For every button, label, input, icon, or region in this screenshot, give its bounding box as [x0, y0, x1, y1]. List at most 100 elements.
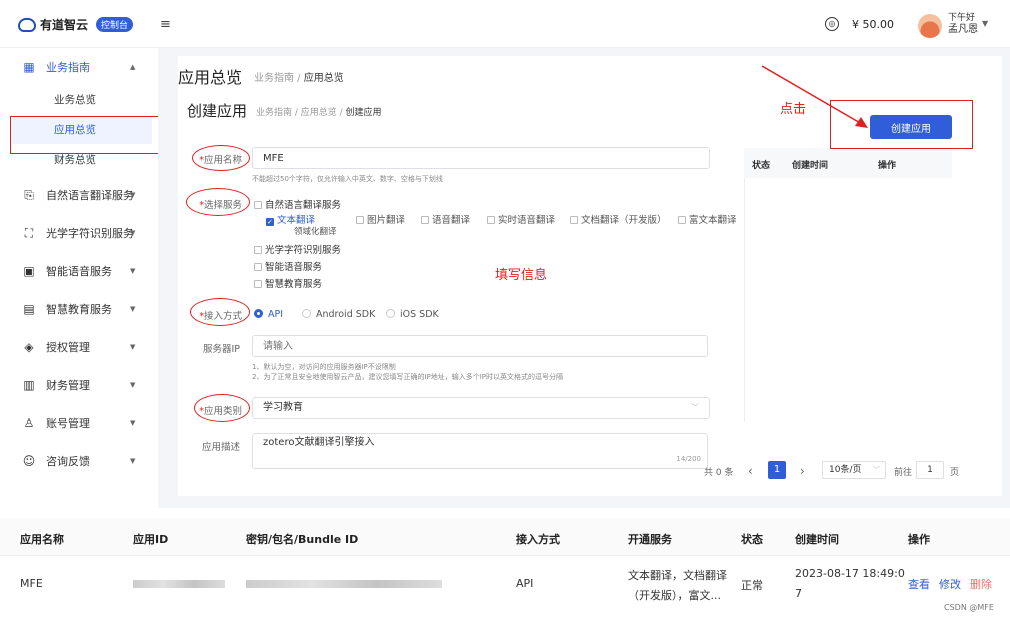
- access-option-api[interactable]: API: [254, 309, 283, 320]
- translate-icon: ⎘: [24, 188, 34, 202]
- checkbox-icon[interactable]: [421, 216, 429, 224]
- app-name-input[interactable]: [252, 147, 710, 169]
- checkbox-icon[interactable]: [254, 201, 262, 209]
- category-select-value: 学习教育: [263, 402, 303, 413]
- service-group-ocr-label: 光学字符识别服务: [265, 245, 342, 256]
- row-status: 正常: [741, 579, 763, 592]
- access-option-ios[interactable]: iOS SDK: [386, 309, 439, 320]
- service-group-education[interactable]: 智慧教育服务: [254, 276, 322, 290]
- service-group-voice[interactable]: 智能语音服务: [254, 259, 322, 273]
- sidebar-item-voice[interactable]: ▣ 智能语音服务 ▼: [0, 252, 158, 290]
- dialog-title: 创建应用: [187, 102, 248, 120]
- account-balance[interactable]: ¥ 50.00: [852, 18, 894, 31]
- breadcrumb: 业务指南 / 应用总览: [254, 69, 344, 84]
- checkbox-icon[interactable]: [570, 216, 578, 224]
- service-group-ocr[interactable]: 光学字符识别服务: [254, 242, 341, 256]
- radio-icon[interactable]: [302, 309, 311, 318]
- pagination-goto-input[interactable]: 1: [916, 461, 944, 479]
- breadcrumb-current: 应用总览: [303, 73, 344, 84]
- sidebar-item-finance[interactable]: ▥ 财务管理 ▼: [0, 366, 158, 404]
- checkbox-icon[interactable]: [678, 216, 686, 224]
- access-option-api-label: API: [268, 309, 284, 320]
- watermark: CSDN @MFE: [944, 603, 994, 612]
- service-option-document-translation[interactable]: 文档翻译（开发版）: [570, 212, 667, 226]
- chevron-down-icon: ﹀: [691, 403, 699, 412]
- service-option-richtext-label: 富文本翻译: [689, 215, 737, 226]
- user-menu-caret-icon[interactable]: ▼: [982, 19, 988, 28]
- shield-icon: ◈: [24, 340, 34, 354]
- row-key-redacted: [246, 580, 442, 588]
- logo[interactable]: 有道智云 控制台: [18, 16, 134, 33]
- sidebar-item-nlp-translation[interactable]: ⎘ 自然语言翻译服务 ▼: [0, 176, 158, 214]
- sidebar-item-label: 财务管理: [46, 379, 90, 392]
- sidebar-item-authorization[interactable]: ◈ 授权管理 ▼: [0, 328, 158, 366]
- col-access: 接入方式: [516, 533, 560, 546]
- checkbox-icon[interactable]: [356, 216, 364, 224]
- menu-fold-icon[interactable]: ≡: [160, 17, 171, 32]
- row-app-name: MFE: [20, 577, 43, 590]
- annotation-circle-app-name: [192, 145, 250, 171]
- pagination-page-unit: 页: [950, 468, 960, 478]
- page-title: 应用总览: [178, 68, 243, 87]
- server-ip-input[interactable]: [252, 335, 708, 357]
- sidebar-item-label: 智慧教育服务: [46, 303, 112, 316]
- col-key-bundle: 密钥/包名/Bundle ID: [246, 533, 359, 546]
- header-create-time: 创建时间: [792, 161, 829, 171]
- sidebar-item-label: 光学字符识别服务: [46, 227, 134, 240]
- checkbox-checked-icon[interactable]: ✓: [266, 218, 274, 226]
- top-bar: 有道智云 控制台 ≡ ◎ ¥ 50.00 下午好 孟凡恩 ▼: [0, 0, 1010, 48]
- chevron-down-icon: ▼: [130, 457, 136, 465]
- row-time-line2: 7: [795, 587, 802, 600]
- pagination-current-page[interactable]: 1: [768, 461, 786, 479]
- service-option-richtext-translation[interactable]: 富文本翻译: [678, 212, 737, 226]
- service-option-realtime-voice-translation[interactable]: 实时语音翻译: [487, 212, 555, 226]
- sidebar-item-account[interactable]: ♙ 账号管理 ▼: [0, 404, 158, 442]
- service-suboption-domain-translation[interactable]: 领域化翻译: [294, 225, 337, 237]
- radio-icon[interactable]: [386, 309, 395, 318]
- user-icon: ♙: [23, 416, 35, 430]
- description-textarea[interactable]: zotero文献翻译引擎接入 14/200: [252, 433, 708, 469]
- avatar[interactable]: [918, 14, 942, 38]
- service-option-image-translation[interactable]: 图片翻译: [356, 212, 405, 226]
- annotation-circle-service: [186, 188, 250, 216]
- checkbox-icon[interactable]: [487, 216, 495, 224]
- sidebar-subitem-business-overview[interactable]: 业务总览: [12, 86, 152, 114]
- access-option-android[interactable]: Android SDK: [302, 309, 375, 320]
- expand-checkbox-icon[interactable]: [254, 246, 262, 254]
- col-create-time: 创建时间: [795, 533, 839, 546]
- expand-checkbox-icon[interactable]: [254, 263, 262, 271]
- service-group-nlp[interactable]: 自然语言翻译服务: [254, 197, 341, 211]
- feedback-icon: ☺: [22, 454, 36, 468]
- delete-link[interactable]: 删除: [970, 576, 992, 592]
- chevron-up-icon: ▲: [130, 63, 136, 71]
- breadcrumb-parent[interactable]: 业务指南 /: [254, 73, 304, 84]
- pagination-size-value: 10条/页: [829, 465, 862, 475]
- category-select[interactable]: 学习教育 ﹀: [252, 397, 710, 419]
- access-option-android-label: Android SDK: [316, 309, 376, 320]
- service-option-voice-translation[interactable]: 语音翻译: [421, 212, 470, 226]
- pagination-size-select[interactable]: 10条/页 ﹀: [822, 461, 886, 479]
- sidebar-item-feedback[interactable]: ☺ 咨询反馈 ▼: [0, 442, 158, 480]
- edit-link[interactable]: 修改: [939, 576, 961, 592]
- app-list-table-header: 状态 创建时间 操作: [744, 148, 952, 178]
- pagination-next-icon[interactable]: ›: [800, 464, 805, 478]
- chevron-down-icon: ▼: [130, 343, 136, 351]
- sidebar-item-business-guide[interactable]: ▦ 业务指南 ▲: [0, 48, 158, 86]
- service-option-voice-translation-label: 语音翻译: [432, 215, 471, 226]
- annotation-box-app-overview: [10, 116, 182, 154]
- col-actions: 操作: [908, 533, 930, 546]
- dialog-breadcrumb-parent[interactable]: 业务指南 / 应用总览 /: [256, 108, 346, 118]
- sidebar-item-ocr[interactable]: ⛶ 光学字符识别服务 ▼: [0, 214, 158, 252]
- service-option-text-translation[interactable]: ✓ 文本翻译: [266, 212, 315, 226]
- expand-checkbox-icon[interactable]: [254, 280, 262, 288]
- coin-icon[interactable]: ◎: [825, 17, 839, 31]
- view-link[interactable]: 查看: [908, 576, 930, 592]
- console-badge: 控制台: [96, 17, 134, 32]
- service-group-nlp-label: 自然语言翻译服务: [265, 200, 342, 211]
- chevron-down-icon: ▼: [130, 191, 136, 199]
- user-greeting[interactable]: 下午好 孟凡恩: [948, 13, 978, 35]
- pagination-prev-icon[interactable]: ‹: [748, 464, 753, 478]
- radio-selected-icon[interactable]: [254, 309, 263, 318]
- annotation-arrow-icon: [761, 65, 868, 128]
- sidebar-item-education[interactable]: ▤ 智慧教育服务 ▼: [0, 290, 158, 328]
